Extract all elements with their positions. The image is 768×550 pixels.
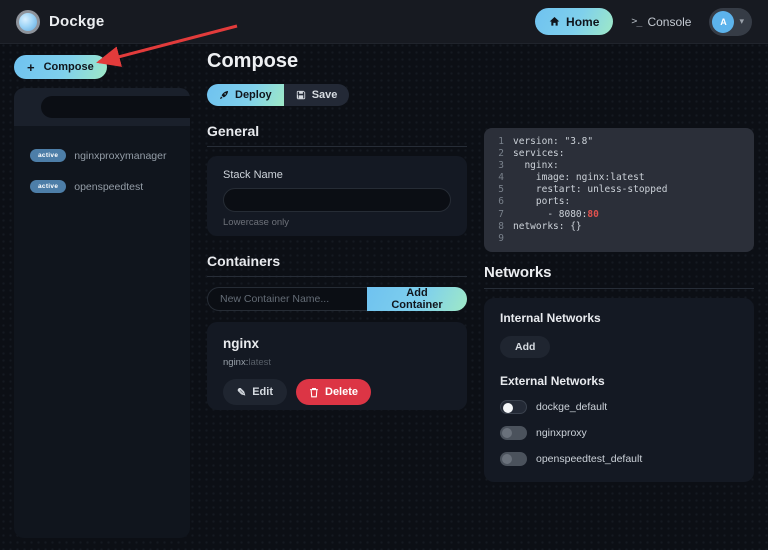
- network-row-nginxproxy: nginxproxy: [500, 426, 738, 440]
- home-button[interactable]: Home: [535, 8, 614, 35]
- toggle-knob: [503, 403, 513, 413]
- add-network-button[interactable]: Add: [500, 336, 551, 358]
- page-title: Compose: [207, 50, 299, 72]
- code-line: 6 ports:: [498, 196, 571, 208]
- network-name: dockge_default: [536, 401, 608, 413]
- save-button[interactable]: Save: [283, 84, 350, 106]
- code-line: 8 networks: {}: [498, 220, 582, 232]
- console-link[interactable]: >_ Console: [631, 15, 691, 29]
- code-line: 9: [498, 232, 504, 244]
- container-actions: ✎ Edit Delete: [223, 379, 451, 405]
- code-line: 2 services:: [498, 148, 565, 160]
- navbar-actions: Home >_ Console A ▾: [535, 7, 752, 36]
- rocket-icon: [219, 90, 229, 100]
- general-card: Stack Name Lowercase only: [207, 156, 467, 236]
- compose-button-label: Compose: [43, 61, 94, 73]
- terminal-icon: >_: [631, 16, 642, 27]
- code-line: 1 version: "3.8": [498, 136, 594, 147]
- container-image-name: nginx:: [223, 357, 249, 368]
- stack-list: active nginxproxymanager active openspee…: [14, 126, 190, 216]
- network-row-openspeedtest-default: openspeedtest_default: [500, 452, 738, 466]
- external-networks-heading: External Networks: [500, 374, 605, 388]
- plus-icon: +: [27, 59, 35, 75]
- home-icon: [549, 17, 560, 26]
- network-toggle[interactable]: [500, 426, 527, 440]
- compose-toolbar: Deploy Save: [207, 84, 467, 106]
- stack-name: openspeedtest: [74, 180, 144, 193]
- network-row-dockge-default: dockge_default: [500, 400, 738, 414]
- stack-search-row: [14, 88, 190, 126]
- deploy-button[interactable]: Deploy: [207, 84, 284, 106]
- containers-heading: Containers: [207, 253, 467, 277]
- navbar: Dockge Home >_ Console A ▾: [0, 0, 768, 44]
- console-link-label: Console: [647, 14, 692, 29]
- compose-button[interactable]: + Compose: [14, 55, 107, 79]
- container-card-nginx: nginx nginx:latest ✎ Edit Delete: [207, 322, 467, 410]
- code-line: 5 restart: unless-stopped: [498, 184, 668, 196]
- compose-main: Compose Deploy Save General Stack Name L…: [207, 50, 467, 410]
- network-name: openspeedtest_default: [536, 453, 643, 465]
- stack-name-input[interactable]: [223, 188, 451, 212]
- new-container-input[interactable]: [207, 287, 367, 311]
- stack-name: nginxproxymanager: [74, 149, 167, 162]
- code-line: 4 image: nginx:latest: [498, 172, 645, 184]
- stack-item-nginxproxymanager[interactable]: active nginxproxymanager: [14, 140, 190, 171]
- highlighted-port: 80: [587, 208, 599, 220]
- edit-button[interactable]: ✎ Edit: [223, 379, 287, 405]
- internal-networks-heading: Internal Networks: [500, 311, 601, 325]
- avatar: A: [712, 10, 735, 33]
- status-badge: active: [30, 149, 67, 162]
- code-line: 7 - 8080: 80: [498, 208, 599, 220]
- status-badge: active: [30, 180, 67, 193]
- trash-icon: [310, 387, 318, 397]
- deploy-button-label: Deploy: [235, 89, 272, 101]
- general-heading: General: [207, 123, 467, 147]
- network-name: nginxproxy: [536, 427, 587, 439]
- user-menu[interactable]: A ▾: [709, 7, 752, 36]
- stack-item-openspeedtest[interactable]: active openspeedtest: [14, 171, 190, 202]
- container-name: nginx: [223, 336, 259, 351]
- add-container-button[interactable]: Add Container: [367, 287, 467, 311]
- save-icon: [296, 90, 305, 100]
- app-title: Dockge: [49, 13, 105, 30]
- toggle-knob: [502, 428, 512, 438]
- stack-name-hint: Lowercase only: [223, 217, 290, 228]
- dockge-logo-icon: [16, 9, 40, 34]
- edit-icon: ✎: [237, 386, 247, 399]
- chevron-down-icon: ▾: [739, 16, 744, 26]
- toggle-knob: [502, 454, 512, 464]
- home-button-label: Home: [566, 14, 600, 29]
- save-button-label: Save: [311, 89, 338, 101]
- edit-button-label: Edit: [252, 386, 273, 398]
- container-image: nginx:latest: [223, 357, 451, 368]
- add-container-row: Add Container: [207, 287, 467, 311]
- networks-card: Internal Networks Add External Networks …: [484, 298, 754, 482]
- yaml-editor[interactable]: 1 version: "3.8" 2 services: 3 nginx: 4 im…: [484, 128, 754, 252]
- sidebar: active nginxproxymanager active openspee…: [14, 88, 190, 538]
- search-input[interactable]: [41, 96, 190, 118]
- network-toggle[interactable]: [500, 452, 527, 466]
- delete-button-label: Delete: [325, 386, 359, 398]
- compose-right-panel: 1 version: "3.8" 2 services: 3 nginx: 4 im…: [484, 128, 754, 482]
- stack-name-label: Stack Name: [223, 169, 283, 181]
- container-image-tag: latest: [248, 357, 272, 368]
- code-line: 3 nginx:: [498, 160, 559, 172]
- delete-button[interactable]: Delete: [296, 379, 372, 405]
- network-toggle[interactable]: [500, 400, 527, 414]
- networks-heading: Networks: [484, 264, 754, 289]
